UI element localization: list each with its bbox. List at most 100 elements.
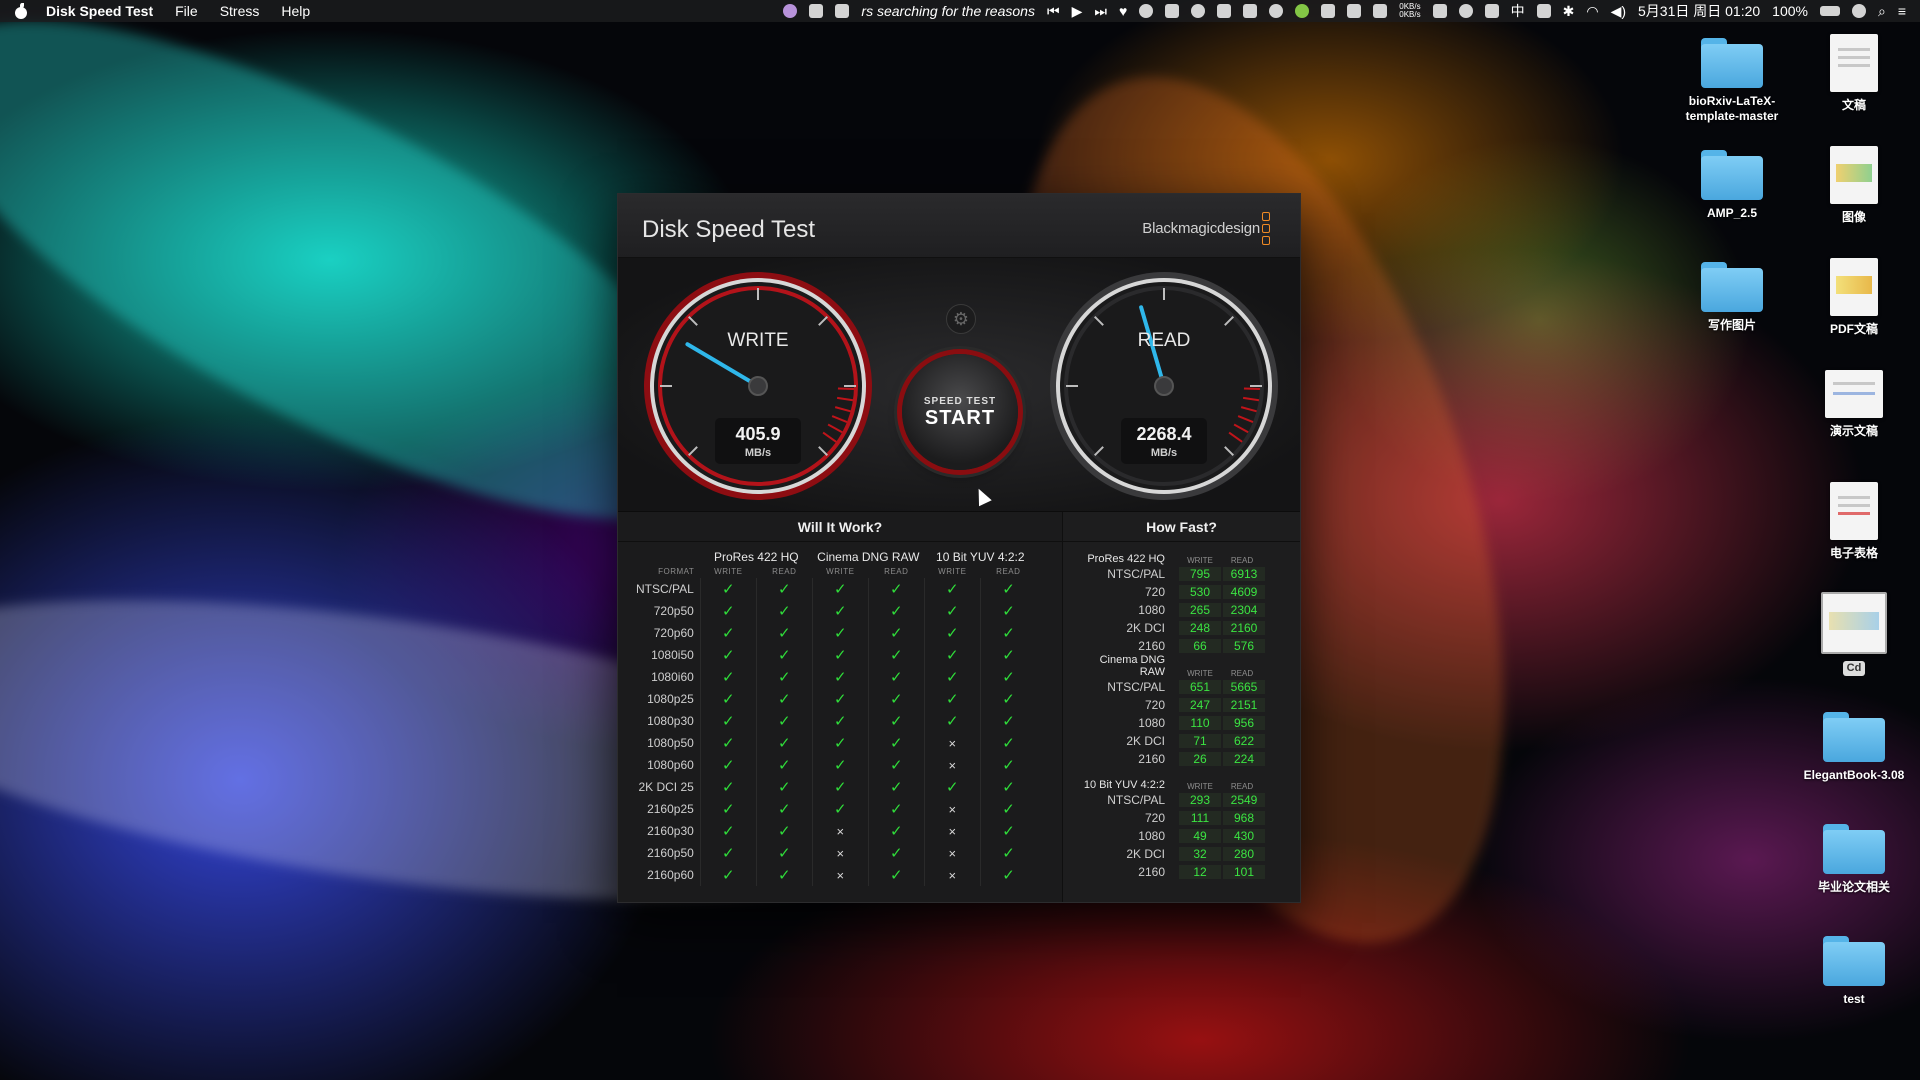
desktop-folder-test[interactable]: test [1799,936,1909,1007]
write-speed-unit: MB/s [744,447,772,459]
how-fast-read-header: READ [1230,669,1254,678]
desktop-folder-amp[interactable]: AMP_2.5 [1677,150,1787,221]
cross-icon: × [948,735,957,751]
keyboard-icon[interactable] [1347,4,1362,18]
write-fps-value: 71 [1179,734,1221,748]
menu-app-name[interactable]: Disk Speed Test [46,3,153,19]
mouse-cursor-icon [972,485,992,507]
format-name: 1080i50 [651,648,694,662]
screen-record-icon[interactable] [1165,4,1180,18]
status-icon-a[interactable] [1191,4,1206,18]
check-icon: ✓ [890,735,903,752]
format-name: 1080p60 [647,758,694,772]
battery-icon[interactable] [1819,6,1840,16]
speed-test-start-button[interactable]: SPEED TEST START [902,354,1018,470]
cross-icon: × [948,801,957,817]
table-row: NTSC/PAL 293 2549 [1073,791,1300,809]
desktop-icon-label: PDF文稿 [1829,322,1878,336]
check-icon: ✓ [778,823,791,840]
format-name: NTSC/PAL [1107,680,1165,694]
now-playing-text[interactable]: rs searching for the reasons [861,3,1035,19]
compat-cell: ✓ [699,842,757,864]
wifi-icon[interactable]: ◠ [1586,3,1598,20]
status-icon-c[interactable] [1269,4,1284,18]
table-row: 1080p50 ✓ ✓ ✓ ✓ × ✓ [636,732,1037,754]
read-fps-value: 622 [1223,734,1265,748]
check-icon: ✓ [834,581,847,598]
status-icon-b[interactable] [1243,4,1258,18]
check-icon: ✓ [890,823,903,840]
status-icon-e[interactable] [1458,4,1473,18]
compat-cell: × [811,842,869,864]
check-icon: ✓ [722,713,735,730]
check-icon: ✓ [722,779,735,796]
format-name: 1080p30 [647,714,694,728]
format-name: 1080p25 [647,692,694,706]
desktop-doc-pdf[interactable]: PDF文稿 [1799,258,1909,337]
read-gauge: READ 2268.4 MB/s [1046,268,1282,504]
pdf-document-icon [1830,258,1878,316]
status-icon-f[interactable] [1484,4,1499,18]
desktop-doc-images[interactable]: 图像 [1799,146,1909,225]
compat-cell: ✓ [811,688,869,710]
green-app-icon[interactable] [1295,4,1310,18]
user-avatar-icon[interactable] [1851,4,1866,18]
next-track-icon[interactable]: ⏭ [1094,3,1107,20]
clock-text[interactable]: 5月31日 周日 01:20 [1638,1,1760,21]
read-readout: 2268.4 MB/s [1121,418,1207,464]
input-method-indicator[interactable]: 中 [1511,1,1525,21]
status-icon-g[interactable] [1536,4,1551,18]
desktop-doc-wengao[interactable]: 文稿 [1799,34,1909,113]
format-name: 1080p50 [647,736,694,750]
battery-text[interactable]: 100% [1772,3,1808,19]
check-icon: ✓ [890,867,903,884]
how-fast-group-header: Cinema DNG RAW WRITE READ [1073,654,1300,678]
desktop-folder-biorxiv[interactable]: bioRxiv-LaTeX-template-master [1677,38,1787,124]
format-name: 2K DCI [1126,734,1165,748]
check-icon: ✓ [890,845,903,862]
table-row: 1080 110 956 [1073,714,1300,732]
network-speed[interactable]: 0KB/s 0KB/s [1399,3,1420,19]
status-app-icon[interactable] [783,4,798,18]
wiw-read-header: READ [996,566,1021,576]
compat-cell: ✓ [867,710,925,732]
music-icon[interactable] [835,4,850,18]
settings-gear-icon[interactable]: ⚙ [946,304,976,334]
desktop-folder-thesis[interactable]: 毕业论文相关 [1799,824,1909,895]
check-icon: ✓ [1002,845,1015,862]
compat-cell: ✓ [923,688,981,710]
table-row: 2160p50 ✓ ✓ × ✓ × ✓ [636,842,1037,864]
heart-icon[interactable]: ♥ [1119,3,1127,19]
status-icon-d[interactable] [1373,4,1388,18]
desktop-folder-elegantbook[interactable]: ElegantBook-3.08 [1799,712,1909,783]
spotlight-search-icon[interactable]: ⌕ [1878,3,1886,20]
check-icon: ✓ [778,581,791,598]
cloud-icon[interactable] [1321,4,1336,18]
target-icon[interactable] [1139,4,1154,18]
previous-track-icon[interactable]: ⏮ [1047,3,1060,20]
cross-icon: × [948,845,957,861]
menu-file[interactable]: File [175,3,198,19]
desktop-doc-spreadsheet[interactable]: 电子表格 [1799,482,1909,561]
menu-help[interactable]: Help [281,3,310,19]
icloud-icon[interactable] [1432,4,1447,18]
desktop-doc-presentation[interactable]: 演示文稿 [1799,370,1909,439]
check-icon: ✓ [946,691,959,708]
dropbox-icon[interactable] [809,4,824,18]
menu-stress[interactable]: Stress [220,3,260,19]
read-fps-value: 5665 [1223,680,1265,694]
wiw-group-cinema-dng: Cinema DNG RAW [817,550,920,564]
apple-menu-icon[interactable] [14,3,28,19]
desktop-folder-writing-images[interactable]: 写作图片 [1677,262,1787,333]
table-row: 1080p60 ✓ ✓ ✓ ✓ × ✓ [636,754,1037,776]
check-icon: ✓ [834,647,847,664]
volume-icon[interactable]: ◀) [1611,3,1626,20]
table-row: 1080p30 ✓ ✓ ✓ ✓ ✓ ✓ [636,710,1037,732]
read-fps-value: 576 [1223,639,1265,653]
desktop-doc-cd[interactable]: Cd [1799,592,1909,676]
cloud-upload-icon[interactable] [1217,4,1232,18]
bluetooth-icon[interactable]: ✱ [1563,3,1575,20]
check-icon: ✓ [946,581,959,598]
notification-center-icon[interactable]: ≡ [1898,3,1906,19]
play-icon[interactable]: ▶ [1072,3,1083,20]
